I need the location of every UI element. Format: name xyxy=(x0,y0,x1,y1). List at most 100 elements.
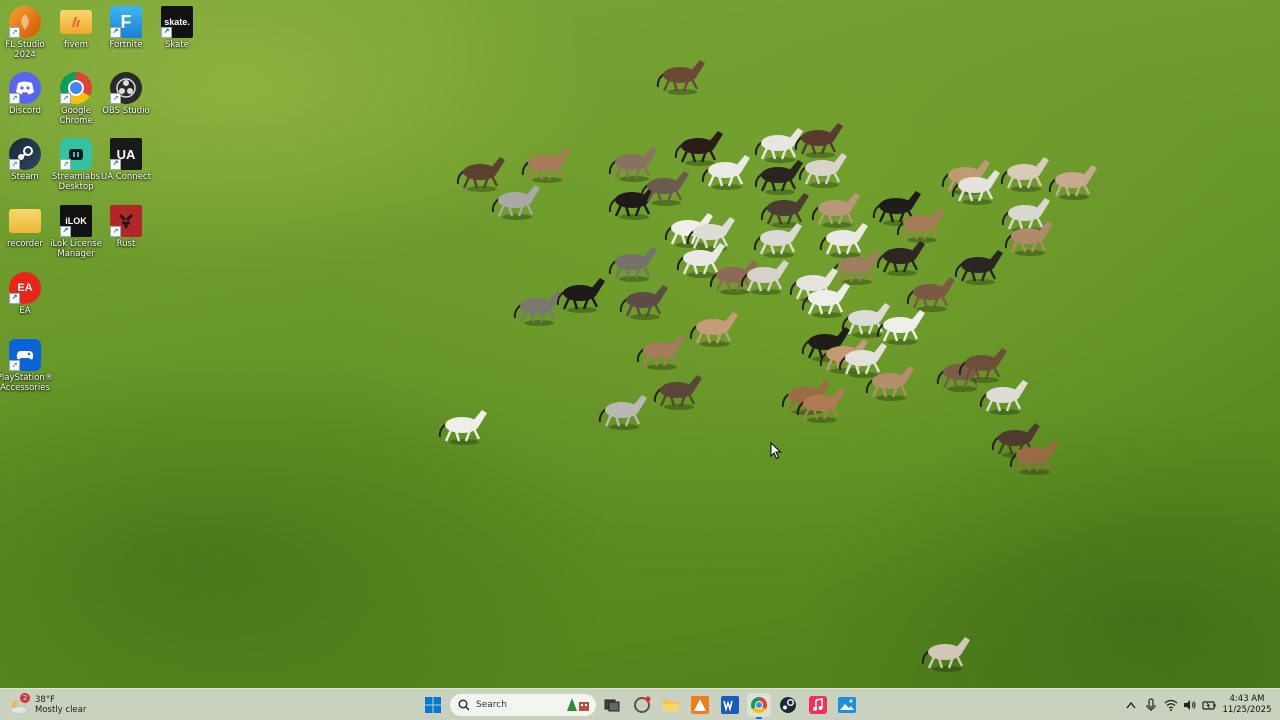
horse xyxy=(619,285,668,320)
desktop-icon-ea[interactable]: EA ↗ EA xyxy=(2,272,48,316)
horse xyxy=(674,131,723,166)
desktop-icon-recorder[interactable]: recorder xyxy=(2,205,48,249)
horse xyxy=(954,250,1003,285)
ea-icon: EA ↗ xyxy=(9,272,41,304)
copilot-icon xyxy=(634,696,651,713)
icon-label: Rust xyxy=(116,239,136,249)
horse xyxy=(521,148,570,183)
horse xyxy=(491,185,540,220)
clock-time: 4:43 AM xyxy=(1229,694,1265,704)
desktop-icon-rust[interactable]: ↗ Rust xyxy=(103,205,149,249)
playstation-accessories-icon: ↗ xyxy=(9,339,41,371)
battery-icon[interactable] xyxy=(1202,699,1216,711)
horse xyxy=(656,60,705,95)
fivem-folder-icon xyxy=(60,10,92,34)
icon-label: OBS Studio xyxy=(102,106,150,116)
skate-logo-text: skate. xyxy=(164,17,190,27)
horse xyxy=(811,193,860,228)
horse xyxy=(865,366,914,401)
obs-icon: ↗ xyxy=(110,72,142,104)
horse xyxy=(598,395,647,430)
horse xyxy=(636,335,685,370)
desktop-icon-discord[interactable]: ↗ Discord xyxy=(2,72,48,116)
fl-studio-icon: ↗ xyxy=(9,6,41,38)
search-box[interactable]: Search xyxy=(450,694,596,716)
horse xyxy=(556,278,605,313)
horse xyxy=(753,223,802,258)
folder-icon xyxy=(663,700,679,711)
active-indicator xyxy=(756,717,762,719)
horse xyxy=(754,160,803,195)
copilot-button[interactable] xyxy=(630,693,654,717)
horse xyxy=(701,155,750,190)
chrome-taskbar-button[interactable] xyxy=(747,693,771,719)
task-view-button[interactable] xyxy=(600,693,624,717)
horse xyxy=(653,375,702,410)
chrome-icon xyxy=(751,697,767,713)
icon-label: Skate xyxy=(165,40,189,50)
horse xyxy=(794,123,843,158)
fortnite-icon: F ↗ xyxy=(110,6,142,38)
start-button[interactable] xyxy=(421,693,445,717)
wallpaper-horse-herd xyxy=(438,60,1097,672)
desktop-icon-fivem[interactable]: fivem xyxy=(53,6,99,50)
word-button[interactable] xyxy=(718,693,742,717)
horse xyxy=(906,277,955,312)
streamlabs-icon: ↗ xyxy=(60,138,92,170)
steam-icon: ↗ xyxy=(9,138,41,170)
icon-label: PlayStation® Accessories xyxy=(0,373,54,393)
rust-icon: ↗ xyxy=(110,205,142,237)
horse xyxy=(876,241,925,276)
file-explorer-button[interactable] xyxy=(659,693,683,717)
triangle-app-icon xyxy=(691,696,709,714)
horse xyxy=(841,303,890,338)
ilok-logo-text: iLOK xyxy=(65,216,87,226)
desktop-icon-fl-studio[interactable]: ↗ FL Studio 2024 xyxy=(2,6,48,60)
icon-label: EA xyxy=(19,306,31,316)
horse xyxy=(456,157,505,192)
microphone-icon[interactable] xyxy=(1146,698,1156,712)
horse xyxy=(1048,165,1097,200)
desktop-icon-obs-studio[interactable]: ↗ OBS Studio xyxy=(102,72,150,116)
desktop-icon-ilok[interactable]: iLOK ↗ iLok License Manager xyxy=(50,205,102,259)
weather-moon-icon: 2 xyxy=(8,693,30,716)
desktop-icon-steam[interactable]: ↗ Steam xyxy=(2,138,48,182)
clock[interactable]: 4:43 AM 11/25/2025 xyxy=(1222,694,1272,716)
photos-app-button[interactable] xyxy=(835,693,859,717)
horse xyxy=(958,348,1007,383)
search-icon xyxy=(458,699,470,711)
volume-icon[interactable] xyxy=(1183,699,1197,711)
wifi-icon[interactable] xyxy=(1164,699,1178,711)
task-view-icon xyxy=(604,699,620,712)
horse xyxy=(513,291,562,326)
desktop-icon-playstation-accessories[interactable]: ↗ PlayStation® Accessories xyxy=(0,339,53,393)
chevron-up-icon[interactable] xyxy=(1126,701,1136,709)
horse xyxy=(608,147,657,182)
icon-label: UA Connect xyxy=(101,172,151,182)
horse xyxy=(1000,157,1049,192)
desktop-icon-streamlabs[interactable]: ↗ Streamlabs Desktop xyxy=(52,138,100,192)
ilok-icon: iLOK ↗ xyxy=(60,205,92,237)
desktop-icon-ua-connect[interactable]: UA ↗ UA Connect xyxy=(101,138,151,182)
word-icon xyxy=(721,696,739,714)
audiokinetic-button[interactable] xyxy=(688,693,712,717)
horse xyxy=(979,380,1028,415)
music-note-icon xyxy=(809,696,827,714)
desktop-icon-google-chrome[interactable]: ↗ Google Chrome xyxy=(53,72,99,126)
system-tray xyxy=(1126,689,1216,720)
horse xyxy=(896,208,945,243)
horse xyxy=(760,193,809,228)
desktop-wallpaper[interactable]: ↗ FL Studio 2024 ↗ Discord ↗ Steam recor… xyxy=(0,0,1280,688)
clock-date: 11/25/2025 xyxy=(1222,705,1272,715)
weather-condition: Mostly clear xyxy=(35,705,87,715)
fortnite-logo-text: F xyxy=(120,11,132,32)
horse xyxy=(640,171,689,206)
desktop-icon-fortnite[interactable]: F ↗ Fortnite xyxy=(103,6,149,50)
horse xyxy=(819,223,868,258)
music-app-button[interactable] xyxy=(806,693,830,717)
horse xyxy=(608,247,657,282)
steam-taskbar-button[interactable] xyxy=(776,693,800,717)
weather-widget[interactable]: 2 38°F Mostly clear xyxy=(8,692,86,718)
chrome-icon: ↗ xyxy=(60,72,92,104)
desktop-icon-skate[interactable]: skate. ↗ Skate xyxy=(154,6,200,50)
